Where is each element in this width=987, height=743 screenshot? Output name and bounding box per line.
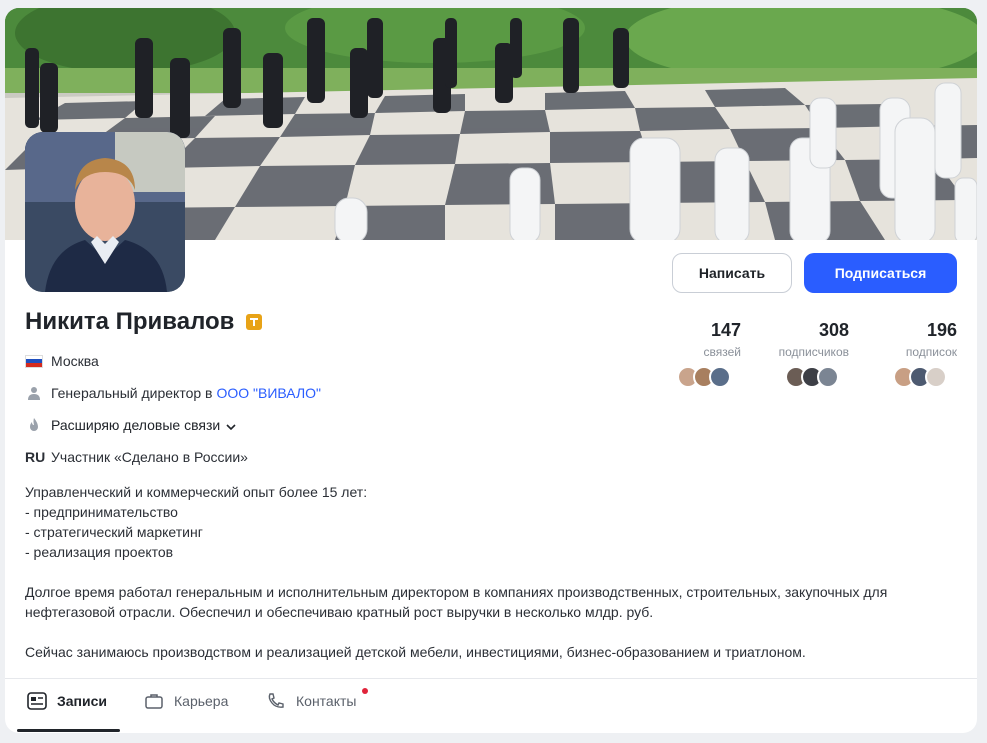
phone-icon xyxy=(266,692,286,710)
connections-avatars[interactable] xyxy=(677,366,731,388)
avatar xyxy=(709,366,731,388)
stat-subscriptions-label: подписок xyxy=(905,345,957,359)
profile-card: Написать Подписаться Никита Привалов Мос… xyxy=(5,8,977,733)
chevron-down-icon xyxy=(226,417,236,433)
about-paragraph-1: Управленческий и коммерческий опыт более… xyxy=(25,482,955,562)
avatar[interactable] xyxy=(25,132,185,292)
company-link[interactable]: ООО "ВИВАЛО" xyxy=(217,385,322,401)
about-line: - предпринимательство xyxy=(25,504,178,520)
flame-icon xyxy=(25,417,43,432)
about-line: - стратегический маркетинг xyxy=(25,524,203,540)
russia-flag-icon xyxy=(25,354,43,368)
stat-followers-value: 308 xyxy=(818,320,849,340)
position-text: Генеральный директор в xyxy=(51,385,213,401)
person-icon xyxy=(25,386,43,400)
goal-row[interactable]: Расширяю деловые связи xyxy=(25,417,236,433)
about-paragraph-3: Сейчас занимаюсь производством и реализа… xyxy=(25,644,806,660)
about-paragraph-2: Долгое время работал генеральным и испол… xyxy=(25,584,888,620)
about-line: Управленческий и коммерческий опыт более… xyxy=(25,484,368,500)
tab-feed[interactable]: Записи xyxy=(27,692,107,710)
goal-text: Расширяю деловые связи xyxy=(51,417,221,433)
made-in-russia-text: Участник «Сделано в России» xyxy=(51,449,248,465)
notification-dot xyxy=(362,688,368,694)
tab-contacts[interactable]: Контакты xyxy=(266,692,356,710)
stat-subscriptions[interactable]: 196 подписок xyxy=(885,320,957,359)
profile-name-text: Никита Привалов xyxy=(25,308,235,335)
city-row: Москва xyxy=(25,353,99,369)
stat-followers-label: подписчиков xyxy=(778,345,849,359)
ru-mark: RU xyxy=(25,449,46,465)
made-in-russia-row: RU Участник «Сделано в России» xyxy=(25,449,248,465)
feed-icon xyxy=(27,692,47,710)
avatar xyxy=(817,366,839,388)
active-tab-indicator xyxy=(17,729,120,732)
tab-contacts-label: Контакты xyxy=(296,693,357,709)
tabs-divider xyxy=(5,678,977,679)
tab-career-label: Карьера xyxy=(174,693,229,709)
subscriptions-avatars[interactable] xyxy=(893,366,947,388)
about-text: Управленческий и коммерческий опыт более… xyxy=(25,482,955,682)
subscribe-button[interactable]: Подписаться xyxy=(804,253,957,293)
profile-photo xyxy=(25,132,185,292)
profile-name: Никита Привалов xyxy=(25,308,263,336)
write-message-button[interactable]: Написать xyxy=(672,253,792,293)
stat-subscriptions-value: 196 xyxy=(926,320,957,340)
stat-connections-label: связей xyxy=(703,345,741,359)
stat-followers[interactable]: 308 подписчиков xyxy=(765,320,849,359)
followers-avatars[interactable] xyxy=(785,366,839,388)
stat-connections-value: 147 xyxy=(710,320,741,340)
city-text: Москва xyxy=(51,353,99,369)
briefcase-icon xyxy=(144,692,164,710)
stat-connections[interactable]: 147 связей xyxy=(675,320,741,359)
position-row: Генеральный директор в ООО "ВИВАЛО" xyxy=(25,385,321,401)
avatar xyxy=(925,366,947,388)
tab-feed-label: Записи xyxy=(57,693,108,709)
verified-badge-icon[interactable] xyxy=(246,314,263,330)
tab-career[interactable]: Карьера xyxy=(144,692,228,710)
about-line: - реализация проектов xyxy=(25,544,174,560)
